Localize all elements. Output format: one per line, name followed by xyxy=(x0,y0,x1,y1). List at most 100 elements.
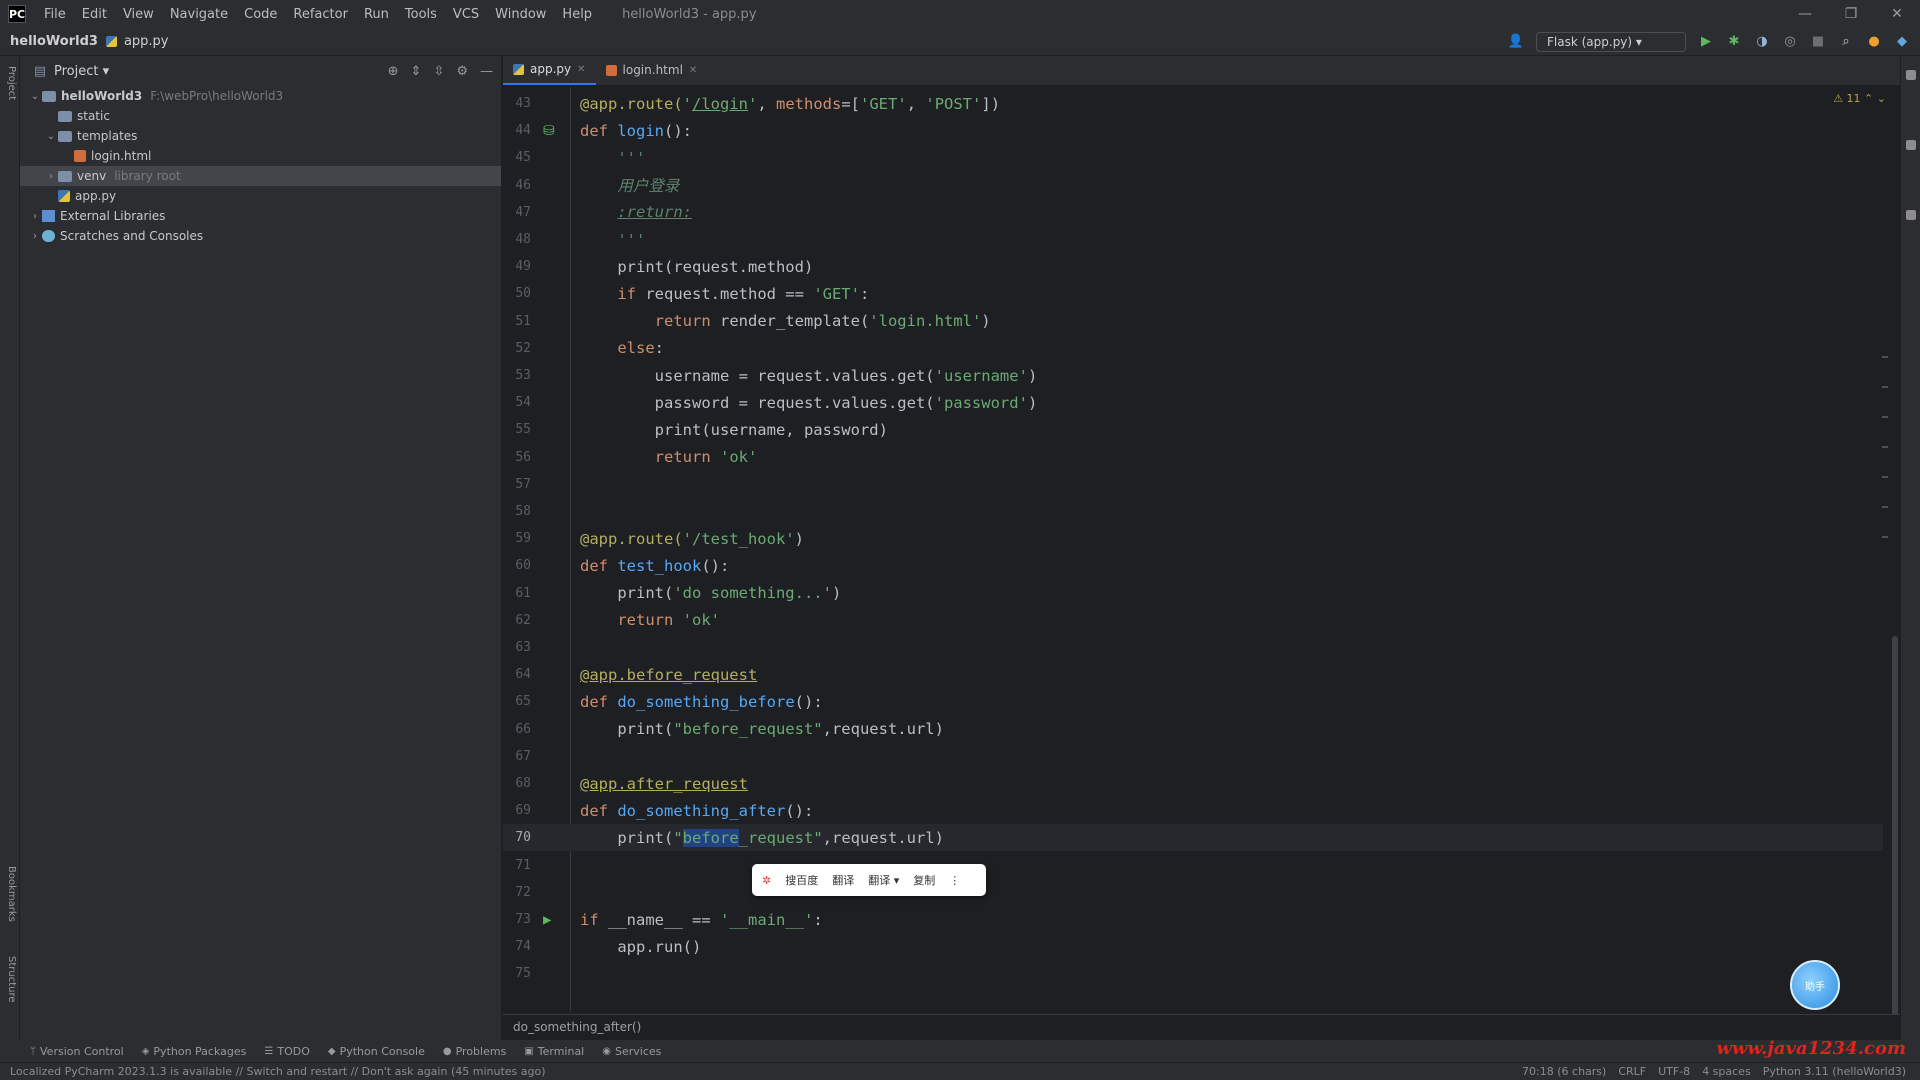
database-icon[interactable] xyxy=(1905,140,1916,150)
code-area[interactable]: 43 @app.route('/login', methods=['GET', '… xyxy=(503,87,1900,1011)
tab-label: login.html xyxy=(622,63,683,77)
float-toolbar-item[interactable]: 翻译 xyxy=(832,872,854,888)
menu-tools[interactable]: Tools xyxy=(397,7,445,22)
tree-item[interactable]: ⌄ templates xyxy=(20,126,501,146)
close-icon[interactable]: ✕ xyxy=(577,64,585,75)
update-icon[interactable]: ● xyxy=(1866,34,1882,50)
locate-icon[interactable]: ⊕ xyxy=(388,64,399,79)
line-number: 43 xyxy=(515,96,531,111)
status-widget[interactable]: Python 3.11 (helloWorld3) xyxy=(1763,1065,1906,1078)
code-breadcrumb[interactable]: do_something_after() xyxy=(503,1014,1900,1038)
status-widget[interactable]: 70:18 (6 chars) xyxy=(1522,1065,1606,1078)
project-panel: ▤ Project ▾ ⊕ ⇕ ⇳ ⚙ — ⌄ helloWorld3 F:\web… xyxy=(20,56,502,1050)
tab-login-html[interactable]: login.html ✕ xyxy=(596,55,708,85)
assistant-bubble[interactable]: 助手 xyxy=(1790,960,1840,1010)
menu-edit[interactable]: Edit xyxy=(74,7,115,22)
debug-icon[interactable]: ✱ xyxy=(1726,34,1742,50)
code-line: 46 用户登录 xyxy=(503,172,1883,199)
tree-item[interactable]: static xyxy=(20,106,501,126)
stop-icon[interactable]: ■ xyxy=(1810,34,1826,50)
profile-icon[interactable]: ◎ xyxy=(1782,34,1798,50)
status-widget[interactable]: UTF-8 xyxy=(1658,1065,1690,1078)
tool-window-python-console[interactable]: ◆ Python Console xyxy=(328,1045,425,1058)
breadcrumb-project[interactable]: helloWorld3 xyxy=(0,34,104,49)
chevron-right-icon[interactable]: › xyxy=(28,211,42,222)
tool-window-problems[interactable]: ● Problems xyxy=(443,1045,506,1058)
code-text: print("before_request",request.url) xyxy=(580,720,944,739)
chevron-right-icon[interactable]: › xyxy=(44,171,58,182)
code-line: 48 ''' xyxy=(503,226,1883,253)
code-line: 49 print(request.method) xyxy=(503,253,1883,280)
code-text: ''' xyxy=(617,148,646,167)
tree-item[interactable]: app.py xyxy=(20,186,501,206)
tree-item[interactable]: login.html xyxy=(20,146,501,166)
tool-window-python-packages[interactable]: ◈ Python Packages xyxy=(142,1045,247,1058)
close-icon[interactable]: ✕ xyxy=(689,65,697,76)
tool-window-terminal[interactable]: ▣ Terminal xyxy=(524,1045,584,1058)
structure-tool-button[interactable]: Structure xyxy=(6,956,17,1003)
menu-run[interactable]: Run xyxy=(356,7,397,22)
tool-window-version-control[interactable]: ᛘ Version Control xyxy=(30,1045,124,1058)
menu-vcs[interactable]: VCS xyxy=(445,7,487,22)
menu-navigate[interactable]: Navigate xyxy=(162,7,236,22)
maximize-icon[interactable]: ❐ xyxy=(1828,6,1874,22)
project-tool-button[interactable]: Project xyxy=(6,66,17,100)
code-text: 用户登录 xyxy=(617,177,680,196)
run-icon[interactable]: ▶ xyxy=(1698,34,1714,50)
line-number: 59 xyxy=(515,531,531,547)
endpoint-icon[interactable]: ⛁ xyxy=(543,123,555,139)
code-text: def do_something_after(): xyxy=(580,801,814,820)
menu-code[interactable]: Code xyxy=(236,7,285,22)
tree-item[interactable]: ⌄ helloWorld3 F:\webPro\helloWorld3 xyxy=(20,86,501,106)
tree-item-label: login.html xyxy=(91,149,152,163)
breadcrumb-file[interactable]: app.py xyxy=(104,34,169,50)
gear-icon[interactable]: ⚙ xyxy=(456,64,468,79)
collapse-all-icon[interactable]: ⇳ xyxy=(433,64,444,79)
tool-window-services[interactable]: ◉ Services xyxy=(602,1045,661,1058)
menu-file[interactable]: File xyxy=(36,7,74,22)
search-icon[interactable]: ⌕ xyxy=(1838,34,1854,50)
chevron-right-icon[interactable]: › xyxy=(28,231,42,242)
user-icon[interactable]: 👤 xyxy=(1508,34,1524,50)
expand-all-icon[interactable]: ⇕ xyxy=(411,64,422,79)
window-title: helloWorld3 - app.py xyxy=(622,6,757,22)
tree-item[interactable]: › venv library root xyxy=(20,166,501,186)
code-line: 43 @app.route('/login', methods=['GET', '… xyxy=(503,90,1883,117)
minimize-icon[interactable]: — xyxy=(1782,6,1828,22)
float-toolbar-item[interactable]: 翻译 ▾ xyxy=(868,872,899,888)
status-widget[interactable]: CRLF xyxy=(1618,1065,1646,1078)
tree-item[interactable]: › Scratches and Consoles xyxy=(20,226,501,246)
tree-item[interactable]: › External Libraries xyxy=(20,206,501,226)
tool-window-label: Problems xyxy=(455,1044,507,1058)
float-toolbar-item[interactable]: 复制 xyxy=(913,872,935,888)
chevron-down-icon[interactable]: ⌄ xyxy=(28,91,42,102)
project-view-select[interactable]: Project ▾ xyxy=(54,64,109,79)
float-toolbar-item[interactable]: 搜百度 xyxy=(785,872,818,888)
notifications-icon[interactable] xyxy=(1905,70,1916,80)
line-number: 62 xyxy=(515,612,531,628)
editor-scrollbar[interactable] xyxy=(1892,636,1898,1026)
code-line: 53 username = request.values.get('userna… xyxy=(503,362,1883,389)
status-widget[interactable]: 4 spaces xyxy=(1702,1065,1751,1078)
html-file-icon xyxy=(605,64,617,76)
plugin-icon[interactable]: ◆ xyxy=(1894,34,1910,50)
menu-refactor[interactable]: Refactor xyxy=(285,7,356,22)
chevron-down-icon[interactable]: ⌄ xyxy=(44,131,58,142)
tool-window-todo[interactable]: ☰ TODO xyxy=(264,1045,309,1058)
code-text: @app.after_request xyxy=(580,774,748,793)
status-message[interactable]: Localized PyCharm 2023.1.3 is available … xyxy=(10,1065,1522,1078)
menu-view[interactable]: View xyxy=(115,7,162,22)
hide-icon[interactable]: — xyxy=(480,64,493,79)
run-config-select[interactable]: Flask (app.py) ▾ xyxy=(1536,31,1686,52)
coverage-icon[interactable]: ◑ xyxy=(1754,34,1770,50)
run-gutter-icon[interactable]: ▶ xyxy=(543,912,551,928)
menu-help[interactable]: Help xyxy=(554,7,600,22)
sciview-icon[interactable] xyxy=(1905,210,1916,220)
bookmarks-tool-button[interactable]: Bookmarks xyxy=(6,866,17,922)
float-toolbar-item[interactable]: ⋮ xyxy=(949,874,960,887)
menu-window[interactable]: Window xyxy=(487,7,554,22)
tab-app-py[interactable]: app.py ✕ xyxy=(503,55,596,85)
close-icon[interactable]: ✕ xyxy=(1874,6,1920,22)
code-text: password = request.values.get('password'… xyxy=(580,393,1038,412)
breadcrumb-file-label: app.py xyxy=(123,34,169,49)
